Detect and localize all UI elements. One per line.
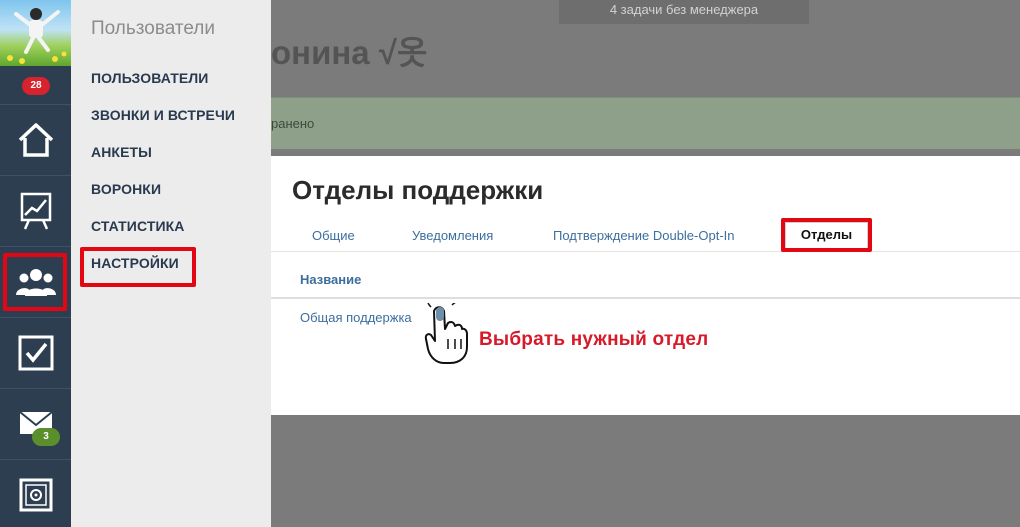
submenu-title: Пользователи (91, 18, 216, 39)
rail-item-tasks[interactable] (0, 318, 71, 388)
rail-item-safe[interactable] (0, 460, 71, 527)
rail-item-mail[interactable] (0, 389, 71, 459)
submenu-item-forms[interactable]: АНКЕТЫ (91, 144, 152, 160)
success-message-text: ранено (271, 116, 315, 131)
instruction-callout: Выбрать нужный отдел (479, 329, 709, 350)
tab-double-opt-in[interactable]: Подтверждение Double-Opt-In (553, 228, 735, 243)
chart-icon (20, 192, 51, 230)
settings-highlight-frame (80, 247, 196, 287)
left-rail: 28 3 (0, 0, 71, 527)
department-link-general-support[interactable]: Общая поддержка (300, 310, 412, 325)
success-message: ранено (271, 97, 1020, 149)
tab-notifications[interactable]: Уведомления (412, 228, 493, 243)
rail-item-statistics[interactable] (0, 176, 71, 246)
submenu-item-calls-meetings[interactable]: ЗВОНКИ И ВСТРЕЧИ (91, 107, 235, 123)
submenu-item-funnels[interactable]: ВОРОНКИ (91, 181, 161, 197)
mail-badge[interactable]: 3 (32, 428, 60, 446)
safe-icon (19, 478, 52, 512)
tab-bar: Общие Уведомления Подтверждение Double-O… (271, 218, 1020, 252)
avatar-image (7, 8, 67, 64)
rail-item-home[interactable] (0, 105, 71, 175)
background-page-heading: онина √옷 (271, 34, 428, 71)
support-departments-panel: Отделы поддержки Общие Уведомления Подтв… (271, 156, 1020, 415)
users-highlight-frame (3, 253, 67, 311)
hand-pointer-icon (424, 301, 468, 370)
avatar[interactable] (0, 0, 71, 66)
column-header-name[interactable]: Название (300, 272, 361, 287)
home-icon (18, 123, 53, 157)
tab-general[interactable]: Общие (312, 228, 355, 243)
panel-title: Отделы поддержки (292, 175, 544, 205)
departments-tab-highlight-frame: Отделы (781, 218, 872, 252)
table-header-divider (271, 297, 1020, 299)
notifications-badge[interactable]: 28 (22, 77, 50, 95)
checkbox-icon (18, 335, 53, 371)
tasks-without-manager-banner[interactable]: 4 задачи без менеджера (559, 0, 809, 24)
submenu-item-users[interactable]: ПОЛЬЗОВАТЕЛИ (91, 70, 208, 86)
tab-departments[interactable]: Отделы (785, 222, 868, 248)
submenu-item-statistics[interactable]: СТАТИСТИКА (91, 218, 185, 234)
